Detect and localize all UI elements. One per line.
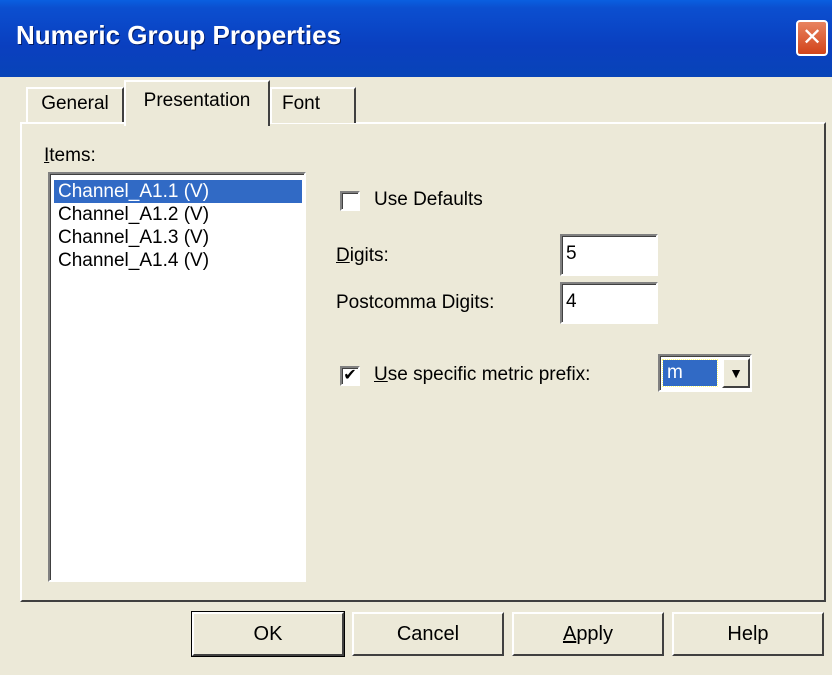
apply-button[interactable]: Apply: [512, 612, 664, 656]
tab-font[interactable]: Font: [270, 87, 356, 123]
checkmark-icon: ✔: [343, 367, 357, 384]
cancel-button[interactable]: Cancel: [352, 612, 504, 656]
use-defaults-label: Use Defaults: [374, 189, 483, 210]
help-button[interactable]: Help: [672, 612, 824, 656]
items-listbox[interactable]: Channel_A1.1 (V) Channel_A1.2 (V) Channe…: [48, 172, 306, 582]
postcomma-digits-label: Postcomma Digits:: [336, 292, 495, 313]
metric-prefix-checkbox[interactable]: ✔: [340, 366, 360, 386]
tab-general[interactable]: General: [26, 87, 124, 123]
metric-prefix-select[interactable]: m ▼: [658, 354, 752, 392]
items-label: Items:: [44, 145, 96, 166]
digits-label: Digits:: [336, 245, 389, 266]
title-bar: Numeric Group Properties ✕: [0, 0, 832, 77]
list-item[interactable]: Channel_A1.2 (V): [54, 203, 302, 226]
use-defaults-checkbox[interactable]: [340, 191, 360, 211]
tab-presentation[interactable]: Presentation: [124, 80, 270, 126]
metric-prefix-value: m: [662, 359, 718, 387]
postcomma-digits-field[interactable]: 4: [560, 282, 658, 324]
ok-button[interactable]: OK: [191, 611, 345, 657]
metric-prefix-label: Use specific metric prefix:: [374, 364, 591, 385]
chevron-down-icon: ▼: [729, 365, 743, 381]
window-title: Numeric Group Properties: [16, 20, 342, 50]
list-item[interactable]: Channel_A1.4 (V): [54, 249, 302, 272]
dropdown-button[interactable]: ▼: [722, 358, 750, 388]
close-button[interactable]: ✕: [796, 20, 828, 56]
list-item[interactable]: Channel_A1.1 (V): [54, 180, 302, 203]
digits-field[interactable]: 5: [560, 234, 658, 276]
list-item[interactable]: Channel_A1.3 (V): [54, 226, 302, 249]
close-icon: ✕: [801, 24, 823, 51]
